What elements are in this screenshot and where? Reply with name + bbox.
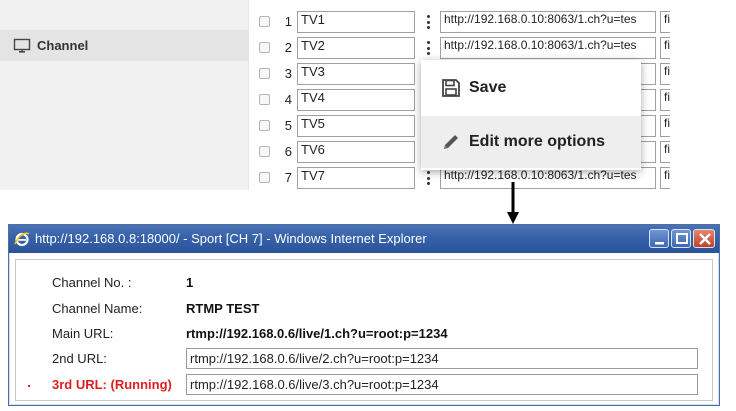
main-url-label: Main URL: (52, 326, 114, 341)
row-number: 3 (284, 66, 292, 81)
row-context-menu: Save Edit more options (421, 60, 641, 170)
main-url-value: rtmp://192.168.0.6/live/1.ch?u=root:p=12… (186, 326, 448, 341)
minimize-button[interactable] (649, 229, 669, 248)
row-number: 7 (284, 170, 292, 185)
window-content: Channel No. : 1 Channel Name: RTMP TEST … (15, 259, 713, 401)
ie-popup-window: http://192.168.0.8:18000/ - Sport [CH 7]… (8, 224, 720, 406)
close-button[interactable] (693, 229, 715, 248)
channel-extra-input[interactable]: fi (660, 141, 670, 163)
maximize-button[interactable] (671, 229, 691, 248)
channel-name-input[interactable]: TV3 (297, 63, 415, 85)
edit-more-options-menu-item[interactable]: Edit more options (421, 116, 641, 168)
channel-name-value: RTMP TEST (186, 301, 260, 316)
row-checkbox[interactable] (259, 42, 270, 53)
row-checkbox[interactable] (259, 120, 270, 131)
pencil-icon (441, 132, 461, 152)
channel-list-panel: Channel 1 TV1 http://192.168.0.10:8063/1… (0, 0, 670, 190)
channel-no-label: Channel No. : (52, 275, 132, 290)
row-number: 2 (284, 40, 292, 55)
kebab-menu-icon[interactable] (422, 170, 434, 186)
url2-label: 2nd URL: (52, 351, 107, 366)
table-row: 2 TV2 http://192.168.0.10:8063/1.ch?u=te… (250, 36, 670, 62)
channel-name-input[interactable]: TV4 (297, 89, 415, 111)
url3-label-running: 3rd URL: (Running) (52, 377, 172, 392)
channel-extra-input[interactable]: fi (660, 167, 670, 189)
channel-no-row: Channel No. : 1 (16, 272, 714, 294)
url2-row: 2nd URL: (16, 348, 714, 370)
down-arrow-icon (507, 182, 519, 224)
kebab-menu-icon[interactable] (422, 40, 434, 56)
main-url-row: Main URL: rtmp://192.168.0.6/live/1.ch?u… (16, 323, 714, 345)
channel-extra-input[interactable]: fi (660, 89, 670, 111)
channel-name-input[interactable]: TV1 (297, 11, 415, 33)
channel-name-input[interactable]: TV2 (297, 37, 415, 59)
row-checkbox[interactable] (259, 172, 270, 183)
sidebar-item-label: Channel (37, 38, 89, 53)
channel-name-row: Channel Name: RTMP TEST (16, 298, 714, 320)
channel-url-input[interactable]: http://192.168.0.10:8063/1.ch?u=tes (440, 11, 656, 33)
channel-extra-input[interactable]: fi (660, 37, 670, 59)
sidebar: Channel (0, 0, 249, 190)
channel-name-label: Channel Name: (52, 301, 143, 316)
channel-name-input[interactable]: TV6 (297, 141, 415, 163)
row-number: 5 (284, 118, 292, 133)
floppy-disk-icon (441, 78, 461, 98)
channel-extra-input[interactable]: fi (660, 11, 670, 33)
monitor-icon (13, 38, 31, 54)
row-number: 1 (284, 14, 292, 29)
url3-row: 3rd URL: (Running) (16, 374, 714, 396)
window-title: http://192.168.0.8:18000/ - Sport [CH 7]… (35, 231, 427, 246)
channel-name-input[interactable]: TV7 (297, 167, 415, 189)
channel-url-input[interactable]: http://192.168.0.10:8063/1.ch?u=tes (440, 37, 656, 59)
channel-extra-input[interactable]: fi (660, 63, 670, 85)
channel-url-input[interactable]: http://192.168.0.10:8063/1.ch?u=tes (440, 167, 656, 189)
kebab-menu-icon[interactable] (422, 14, 434, 30)
internet-explorer-icon (14, 231, 30, 247)
edit-more-options-label: Edit more options (469, 133, 605, 150)
channel-no-value: 1 (186, 275, 194, 290)
table-row: 1 TV1 http://192.168.0.10:8063/1.ch?u=te… (250, 10, 670, 36)
channel-name-input[interactable]: TV5 (297, 115, 415, 137)
row-checkbox[interactable] (259, 16, 270, 27)
url2-input[interactable] (186, 348, 698, 369)
row-number: 4 (284, 92, 292, 107)
sidebar-item-channel[interactable]: Channel (0, 30, 249, 61)
marker-dot (28, 385, 30, 387)
url3-input[interactable] (186, 374, 698, 395)
save-label: Save (469, 79, 507, 96)
row-checkbox[interactable] (259, 146, 270, 157)
channel-extra-input[interactable]: fi (660, 115, 670, 137)
save-menu-item[interactable]: Save (421, 62, 641, 114)
row-checkbox[interactable] (259, 68, 270, 79)
window-titlebar[interactable]: http://192.168.0.8:18000/ - Sport [CH 7]… (9, 225, 719, 253)
row-checkbox[interactable] (259, 94, 270, 105)
row-number: 6 (284, 144, 292, 159)
